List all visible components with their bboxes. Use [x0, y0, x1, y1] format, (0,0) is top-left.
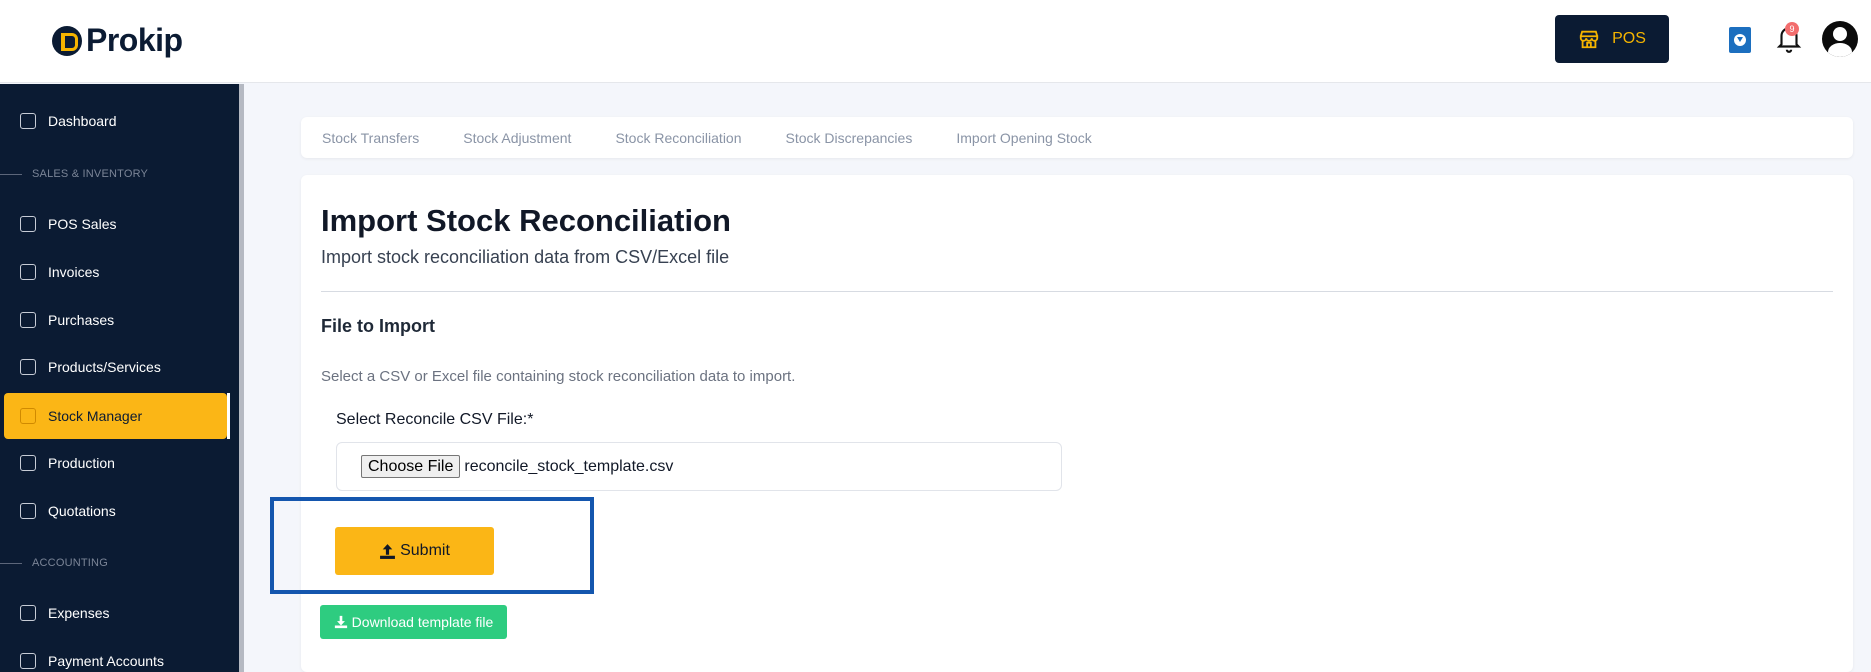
stock-icon: [20, 408, 36, 424]
selected-file-name: reconcile_stock_template.csv: [464, 457, 674, 475]
home-icon: [20, 113, 36, 129]
sidebar-item-products-services[interactable]: Products/Services: [4, 344, 227, 390]
sidebar-item-invoices[interactable]: Invoices: [4, 249, 227, 295]
download-template-label: Download template file: [351, 614, 494, 630]
top-header: Prokip POS 9: [0, 0, 1871, 83]
tab-stock-reconciliation[interactable]: Stock Reconciliation: [615, 130, 741, 146]
pos-button-label: POS: [1612, 30, 1646, 47]
sidebar-item-payment-accounts[interactable]: Payment Accounts: [4, 638, 227, 672]
store-icon: [1579, 30, 1599, 49]
cube-icon: [20, 359, 36, 375]
logo[interactable]: Prokip: [52, 22, 183, 59]
submit-button-label: Submit: [400, 542, 450, 559]
invoice-icon: [20, 264, 36, 280]
logo-text: Prokip: [86, 22, 183, 58]
divider: [321, 291, 1833, 292]
sidebar-item-label: Quotations: [48, 503, 116, 519]
help-text: Select a CSV or Excel file containing st…: [321, 368, 796, 385]
notification-badge: 9: [1785, 22, 1799, 36]
sidebar-item-production[interactable]: Production: [4, 440, 227, 486]
pie-icon: [20, 605, 36, 621]
wallet-icon: [20, 653, 36, 669]
section-title: File to Import: [321, 316, 435, 336]
download-app-icon[interactable]: [1729, 27, 1751, 53]
tab-stock-transfers[interactable]: Stock Transfers: [322, 130, 419, 146]
sidebar-item-label: Products/Services: [48, 359, 161, 375]
page-subtitle: Import stock reconciliation data from CS…: [321, 247, 730, 267]
download-icon: [334, 615, 347, 629]
upload-icon: [380, 543, 396, 559]
sidebar-item-label: POS Sales: [48, 216, 117, 232]
pos-button[interactable]: POS: [1555, 15, 1669, 63]
tab-import-opening-stock[interactable]: Import Opening Stock: [956, 130, 1091, 146]
sidebar: Dashboard SALES & INVENTORY POS Sales In…: [0, 84, 239, 672]
sidebar-item-quotations[interactable]: Quotations: [4, 488, 227, 534]
quote-icon: [20, 503, 36, 519]
sidebar-item-expenses[interactable]: Expenses: [4, 590, 227, 636]
sidebar-item-stock-manager[interactable]: Stock Manager: [4, 393, 230, 439]
submit-button[interactable]: Submit: [335, 527, 494, 575]
sidebar-section-accounting: ACCOUNTING: [0, 557, 108, 569]
sidebar-item-pos-sales[interactable]: POS Sales: [4, 201, 227, 247]
import-card: Import Stock Reconciliation Import stock…: [301, 175, 1853, 672]
sidebar-section-sales: SALES & INVENTORY: [0, 168, 148, 180]
sidebar-item-purchases[interactable]: Purchases: [4, 297, 227, 343]
sidebar-item-label: Production: [48, 455, 115, 471]
basket-icon: [20, 216, 36, 232]
sidebar-item-label: Expenses: [48, 605, 110, 621]
factory-icon: [20, 455, 36, 471]
package-icon: [20, 312, 36, 328]
logo-icon: [52, 25, 82, 56]
page-title: Import Stock Reconciliation: [321, 203, 731, 238]
file-field-label: Select Reconcile CSV File:*: [336, 411, 534, 428]
choose-file-button[interactable]: Choose File: [361, 455, 461, 478]
sidebar-item-label: Dashboard: [48, 113, 117, 129]
file-input[interactable]: Choose File reconcile_stock_template.csv: [336, 442, 1062, 491]
download-template-button[interactable]: Download template file: [320, 605, 507, 639]
tab-stock-discrepancies[interactable]: Stock Discrepancies: [786, 130, 913, 146]
sidebar-item-label: Stock Manager: [48, 408, 143, 424]
tab-stock-adjustment[interactable]: Stock Adjustment: [463, 130, 571, 146]
sidebar-scrollbar[interactable]: [239, 84, 244, 672]
stock-tabs: Stock Transfers Stock Adjustment Stock R…: [301, 117, 1853, 158]
sidebar-item-dashboard[interactable]: Dashboard: [4, 98, 227, 144]
avatar[interactable]: [1822, 21, 1858, 57]
sidebar-item-label: Purchases: [48, 312, 115, 328]
sidebar-item-label: Payment Accounts: [48, 653, 164, 669]
sidebar-item-label: Invoices: [48, 264, 100, 280]
